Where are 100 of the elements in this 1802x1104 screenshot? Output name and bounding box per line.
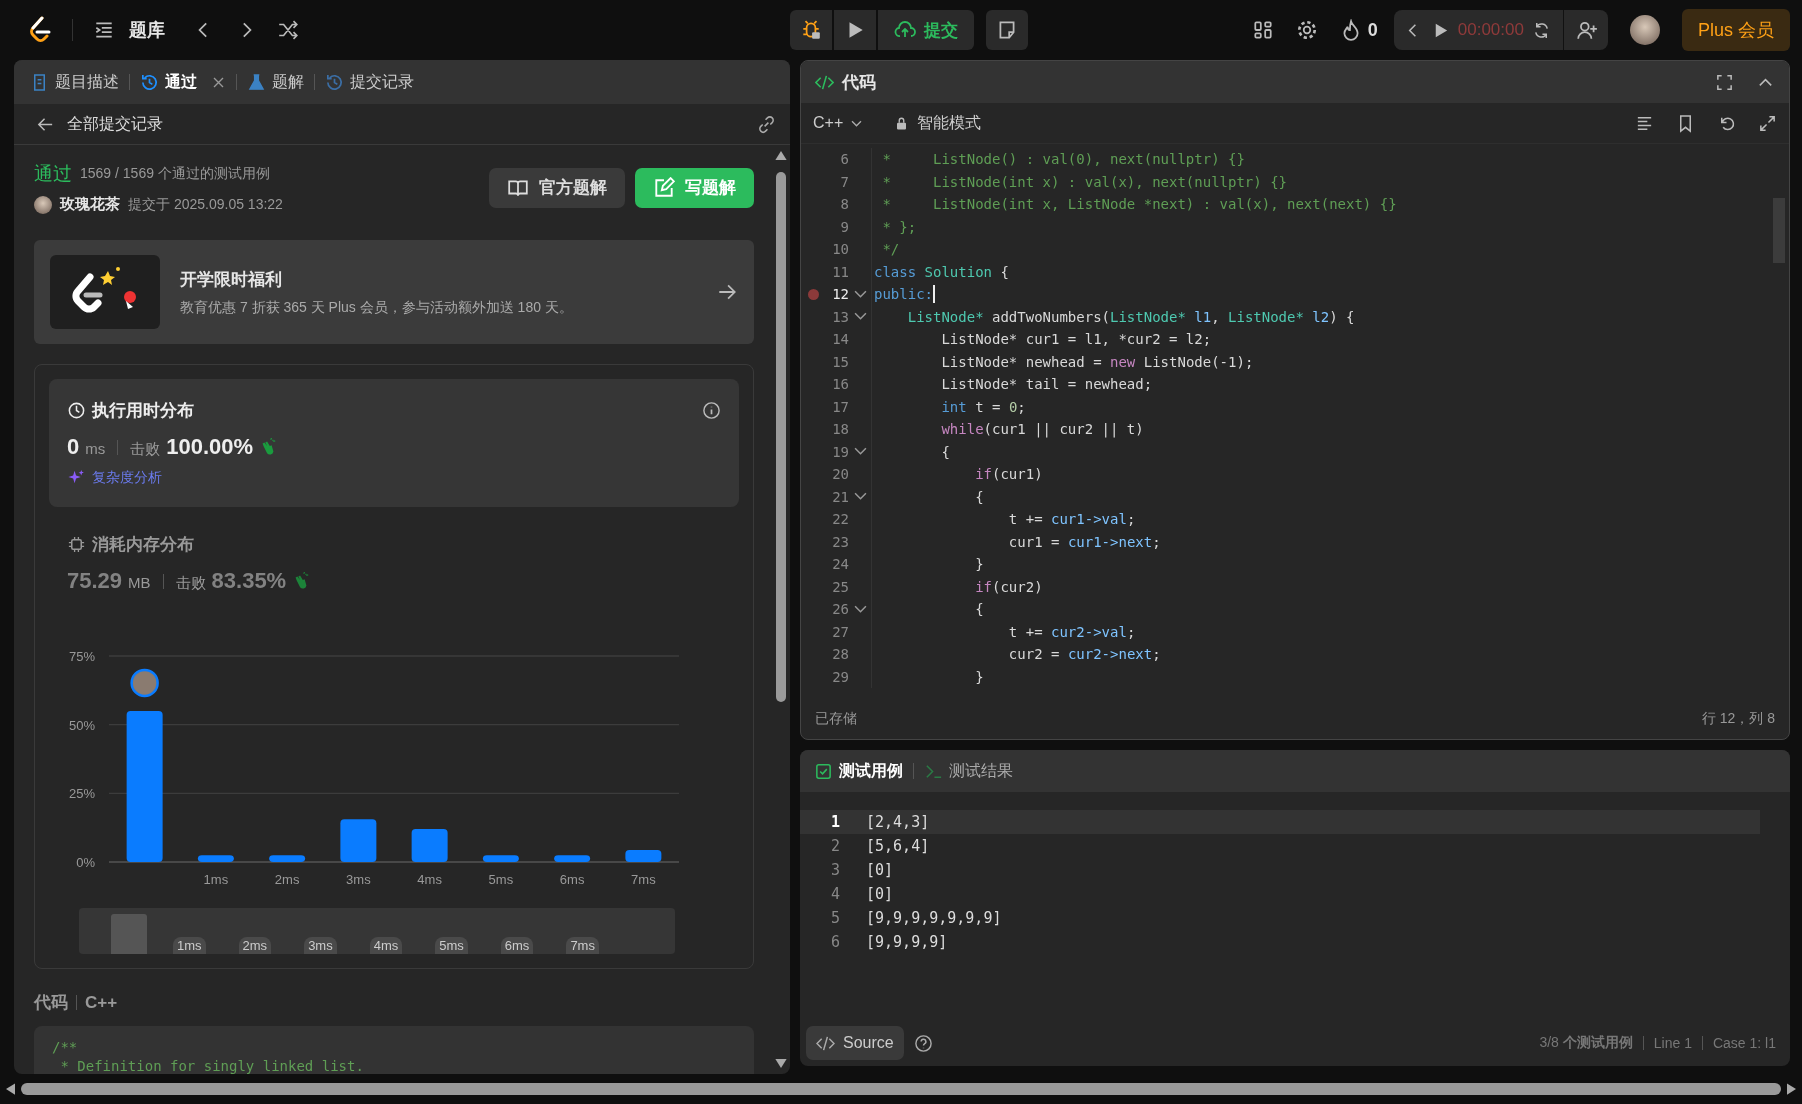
- panel-tab[interactable]: 提交记录: [323, 67, 416, 97]
- fold-chevron-icon[interactable]: [853, 312, 867, 322]
- debug-button[interactable]: [790, 10, 832, 50]
- testcase-input[interactable]: [9,9,9,9,9,9,9]: [866, 909, 1002, 927]
- problem-list-link[interactable]: 题库: [129, 18, 165, 42]
- expand-icon[interactable]: [1758, 113, 1777, 133]
- stat-value: 75.29: [67, 568, 123, 594]
- line-number: 25: [831, 578, 849, 595]
- histogram-bar[interactable]: [197, 855, 234, 862]
- promo-description: 教育优惠 7 折获 365 天 Plus 会员，参与活动额外加送 180 天。: [180, 298, 573, 317]
- line-number: 24: [831, 556, 849, 573]
- plus-membership-button[interactable]: Plus 会员: [1681, 9, 1790, 51]
- code-line: {: [871, 440, 950, 463]
- fold-chevron-icon[interactable]: [853, 447, 867, 457]
- histogram-bar[interactable]: [625, 849, 662, 862]
- note-button[interactable]: [986, 10, 1028, 50]
- testcase-input[interactable]: [9,9,9,9]: [866, 933, 948, 951]
- line-number: 4: [829, 885, 840, 903]
- all-submissions-link[interactable]: 全部提交记录: [67, 113, 163, 135]
- panel-tab[interactable]: 测试结果: [924, 760, 1013, 782]
- scroll-right-icon[interactable]: [1787, 1083, 1796, 1095]
- line-number: 19: [831, 443, 849, 460]
- stat-panel[interactable]: 执行用时分布 0 ms 击败 100.00% 复杂度分析: [49, 379, 739, 507]
- code-line: * ListNode(int x) : val(x), next(nullptr) {}: [871, 170, 1287, 193]
- fullscreen-icon[interactable]: [1715, 72, 1734, 92]
- axis-tick-label: 4ms: [417, 872, 442, 887]
- run-button[interactable]: [834, 10, 876, 50]
- username[interactable]: 玫瑰花茶: [60, 195, 120, 214]
- code-line: ListNode* cur1 = l1, *cur2 = l2;: [871, 328, 1212, 351]
- code-line: public:: [871, 283, 935, 306]
- language-dropdown[interactable]: C++: [813, 114, 865, 132]
- settings-icon[interactable]: [1295, 19, 1318, 41]
- histogram-bar[interactable]: [269, 855, 306, 862]
- panel-tab[interactable]: 题目描述: [28, 67, 121, 97]
- line-number: 26: [831, 601, 849, 618]
- scroll-left-icon[interactable]: [6, 1083, 15, 1095]
- help-icon[interactable]: [913, 1033, 933, 1053]
- status-info: 3/8 个测试用例: [1539, 1034, 1633, 1052]
- promo-banner[interactable]: 开学限时福利 教育优惠 7 折获 365 天 Plus 会员，参与活动额外加送 180 天。: [34, 240, 754, 344]
- line-number: 12: [831, 286, 849, 303]
- fold-chevron-icon[interactable]: [853, 604, 867, 614]
- checkbox-icon: [814, 761, 833, 781]
- line-number: 22: [831, 511, 849, 528]
- scroll-down-icon[interactable]: [775, 1059, 787, 1068]
- axis-tick-label: 5ms: [488, 872, 514, 887]
- scrollbar-thumb[interactable]: [21, 1083, 1781, 1095]
- info-icon[interactable]: [702, 401, 721, 420]
- add-user-icon[interactable]: [1575, 19, 1598, 41]
- shuffle-icon[interactable]: [277, 19, 299, 41]
- histogram-bar[interactable]: [340, 819, 377, 862]
- chart-navigator[interactable]: 1ms 2ms 3ms 4ms 5ms 6ms 7ms: [79, 908, 675, 954]
- fold-chevron-icon[interactable]: [853, 492, 867, 502]
- layout-grid-icon[interactable]: [1251, 19, 1274, 41]
- code-title: 代码: [34, 992, 68, 1014]
- status-info: Line 1: [1653, 1035, 1692, 1051]
- history-icon: [140, 72, 159, 92]
- logo-icon[interactable]: [28, 16, 52, 44]
- solution-button[interactable]: 官方题解: [489, 167, 625, 208]
- stat-panel[interactable]: 消耗内存分布 75.29 MB 击败 83.35%: [49, 513, 739, 614]
- status-text: 通过: [34, 162, 72, 186]
- testcase-input[interactable]: [2,4,3]: [866, 813, 930, 831]
- histogram-bar[interactable]: [411, 829, 448, 862]
- code-line: t += cur2->val;: [871, 620, 1136, 643]
- history-icon: [325, 72, 344, 92]
- axis-tick-label: 7ms: [631, 872, 656, 887]
- code-line: {: [871, 598, 984, 621]
- testcase-input[interactable]: [0]: [866, 861, 894, 879]
- beats-percent: 83.35%: [211, 568, 287, 594]
- axis-tick-label: 1ms: [203, 872, 229, 887]
- beats-label: 击败: [175, 574, 206, 593]
- testcase-input[interactable]: [0]: [866, 885, 894, 903]
- panel-tab[interactable]: 题解: [245, 67, 306, 97]
- code-line: */: [871, 238, 900, 261]
- code-line: /**: [52, 1038, 79, 1057]
- navigator-label: 3ms: [304, 937, 337, 954]
- scrollbar-thumb[interactable]: [776, 172, 786, 702]
- code-line: }: [871, 665, 984, 688]
- navigator-handle[interactable]: [111, 914, 147, 954]
- code-line: * ListNode(int x, ListNode *next) : val(x), next(next) {}: [871, 193, 1397, 216]
- panel-tab[interactable]: 测试用例: [814, 760, 903, 782]
- fold-chevron-icon[interactable]: [853, 289, 867, 299]
- histogram-bar[interactable]: [482, 855, 519, 862]
- line-number: 17: [831, 398, 849, 415]
- histogram-bar[interactable]: [554, 855, 591, 862]
- panel-tab[interactable]: 通过: [138, 67, 228, 97]
- source-button[interactable]: Source: [806, 1026, 904, 1060]
- histogram-bar[interactable]: [126, 710, 163, 862]
- code-line: * ListNode() : val(0), next(nullptr) {}: [871, 148, 1245, 171]
- breakpoint-dot[interactable]: [807, 288, 819, 300]
- link-icon[interactable]: [757, 114, 776, 134]
- code-line: ListNode* addTwoNumbers(ListNode* l1, ListNode* l2) {: [871, 305, 1355, 328]
- bug-icon: [800, 19, 822, 41]
- axis-tick-label: 6ms: [559, 872, 585, 887]
- scroll-up-icon[interactable]: [775, 151, 787, 160]
- avatar[interactable]: [1629, 15, 1660, 45]
- streak-counter[interactable]: 0: [1339, 19, 1378, 41]
- submit-button[interactable]: 提交: [878, 10, 974, 50]
- line-number: 14: [831, 331, 849, 348]
- smart-mode-label[interactable]: 智能模式: [917, 112, 982, 134]
- testcase-input[interactable]: [5,6,4]: [866, 837, 930, 855]
